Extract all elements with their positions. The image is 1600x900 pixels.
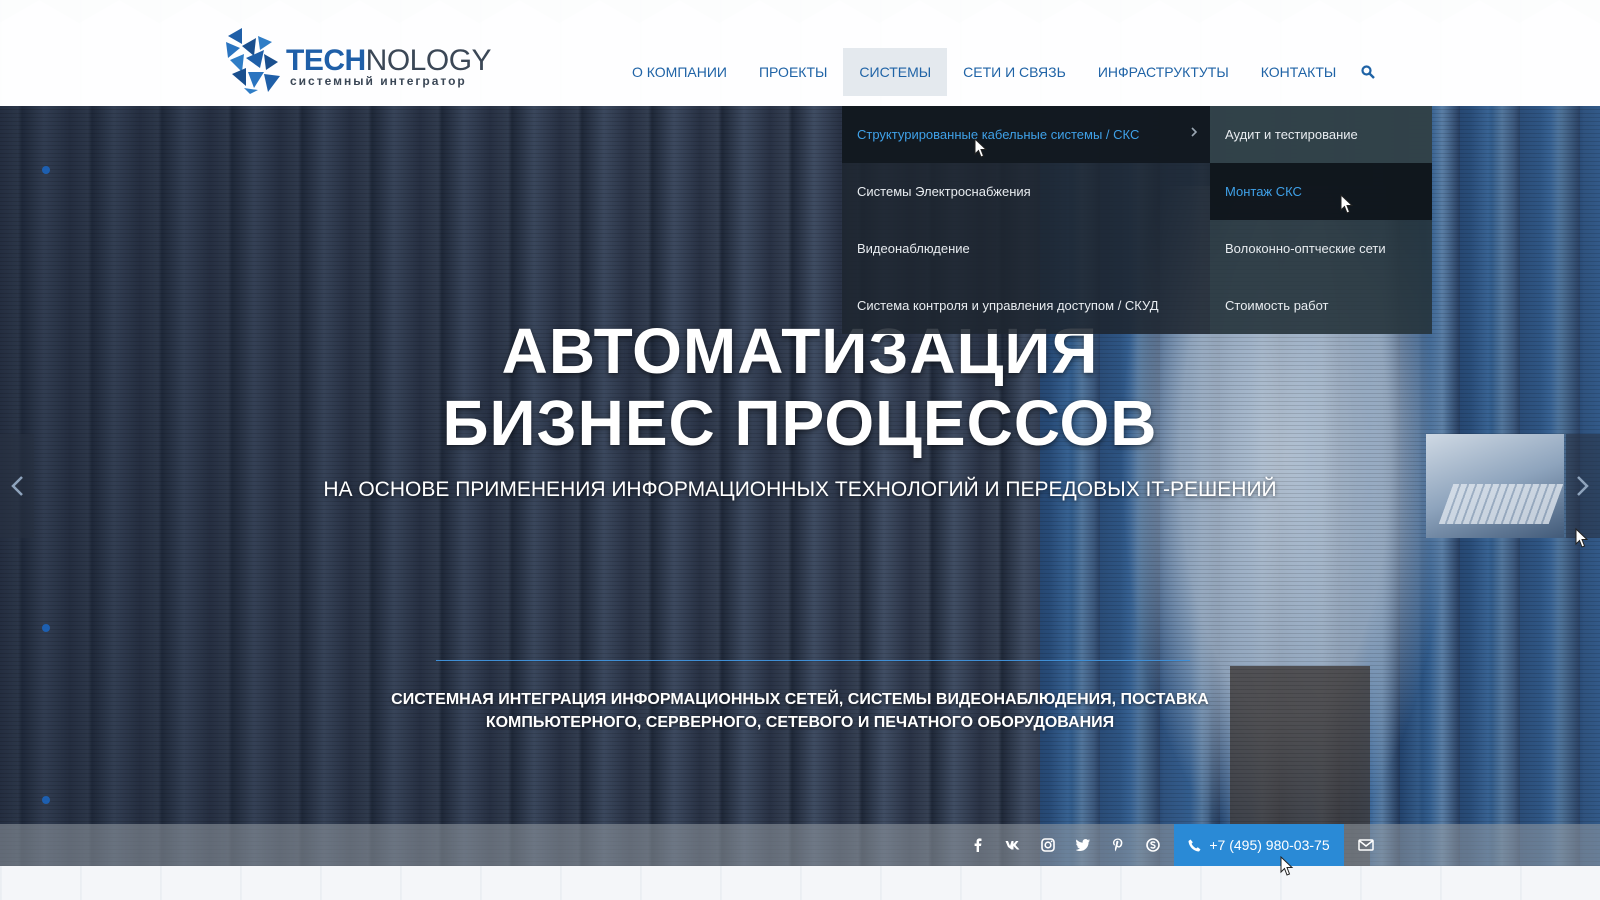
- dropdown-item-video[interactable]: Видеонаблюдение: [842, 220, 1210, 277]
- sks-submenu: Аудит и тестирование Монтаж СКС Волоконн…: [1210, 106, 1432, 334]
- submenu-item-installation[interactable]: Монтаж СКС: [1210, 163, 1432, 220]
- logo-word-light: NOLOGY: [365, 44, 492, 77]
- hero-description-line1: СИСТЕМНАЯ ИНТЕГРАЦИЯ ИНФОРМАЦИОННЫХ СЕТЕ…: [391, 691, 1209, 708]
- twitter-icon[interactable]: [1065, 824, 1100, 866]
- mouse-cursor-icon: [974, 138, 988, 158]
- instagram-icon[interactable]: [1030, 824, 1065, 866]
- site-header: TECHNOLOGY системный интегратор О КОМПАН…: [0, 0, 1600, 106]
- site-logo[interactable]: TECHNOLOGY системный интегратор: [224, 28, 492, 94]
- systems-dropdown-menu: Структурированные кабельные системы / СК…: [842, 106, 1210, 334]
- search-button[interactable]: [1356, 60, 1380, 84]
- submenu-item-pricing[interactable]: Стоимость работ: [1210, 277, 1432, 334]
- hero-description: СИСТЕМНАЯ ИНТЕГРАЦИЯ ИНФОРМАЦИОННЫХ СЕТЕ…: [300, 688, 1300, 734]
- facebook-icon[interactable]: [960, 824, 995, 866]
- phone-number: +7 (495) 980-03-75: [1209, 837, 1330, 853]
- slider-dot[interactable]: [42, 166, 50, 174]
- hero-title-line2: БИЗНЕС ПРОЦЕССОВ: [442, 387, 1158, 459]
- slider-next-thumbnail[interactable]: [1426, 434, 1564, 538]
- nav-item-about[interactable]: О КОМПАНИИ: [616, 48, 743, 96]
- hero-subtitle: НА ОСНОВЕ ПРИМЕНЕНИЯ ИНФОРМАЦИОННЫХ ТЕХН…: [323, 478, 1277, 501]
- chevron-right-icon: [1577, 476, 1589, 496]
- phone-icon: [1188, 839, 1201, 851]
- logo-mark-icon: [226, 28, 280, 94]
- nav-item-infrastructure[interactable]: ИНФРАСТРУКТУТЫ: [1082, 48, 1245, 96]
- nav-item-contacts[interactable]: КОНТАКТЫ: [1245, 48, 1353, 96]
- nav-item-projects[interactable]: ПРОЕКТЫ: [743, 48, 843, 96]
- mail-icon: [1358, 839, 1374, 851]
- logo-wordmark: TECHNOLOGY: [286, 44, 492, 77]
- dropdown-item-sks[interactable]: Структурированные кабельные системы / СК…: [842, 106, 1210, 163]
- mouse-cursor-icon: [1340, 194, 1354, 214]
- submenu-item-audit[interactable]: Аудит и тестирование: [1210, 106, 1432, 163]
- thumbnail-keyboard-image: [1438, 484, 1564, 524]
- chevron-right-icon: [1191, 127, 1198, 137]
- search-icon: [1361, 65, 1375, 79]
- vk-icon[interactable]: [995, 824, 1030, 866]
- slider-next-button[interactable]: [1566, 434, 1600, 538]
- logo-tagline: системный интегратор: [290, 74, 467, 88]
- dropdown-item-power[interactable]: Системы Электроснабжения: [842, 163, 1210, 220]
- chevron-left-icon: [11, 476, 23, 496]
- dropdown-item-access-control[interactable]: Система контроля и управления доступом /…: [842, 277, 1210, 334]
- nav-item-networks[interactable]: СЕТИ И СВЯЗЬ: [947, 48, 1082, 96]
- submenu-item-fiber[interactable]: Волоконно-оптческие сети: [1210, 220, 1432, 277]
- slider-prev-button[interactable]: [0, 434, 34, 538]
- social-links: [960, 824, 1170, 866]
- pinterest-icon[interactable]: [1100, 824, 1135, 866]
- logo-word-bold: TECH: [286, 44, 366, 77]
- skype-icon[interactable]: [1135, 824, 1170, 866]
- dropdown-item-label: Структурированные кабельные системы / СК…: [857, 127, 1140, 142]
- hero-divider: [436, 660, 1190, 661]
- mouse-cursor-icon: [1280, 856, 1294, 876]
- hero-description-line2: КОМПЬЮТЕРНОГО, СЕРВЕРНОГО, СЕТЕВОГО И ПЕ…: [485, 714, 1115, 731]
- mail-button[interactable]: [1350, 824, 1382, 866]
- mouse-cursor-icon: [1575, 528, 1589, 548]
- main-nav: О КОМПАНИИ ПРОЕКТЫ СИСТЕМЫ СЕТИ И СВЯЗЬ …: [616, 48, 1352, 96]
- slider-dot[interactable]: [42, 624, 50, 632]
- phone-button[interactable]: +7 (495) 980-03-75: [1174, 824, 1344, 866]
- slider-dot[interactable]: [42, 796, 50, 804]
- nav-item-systems[interactable]: СИСТЕМЫ: [843, 48, 948, 96]
